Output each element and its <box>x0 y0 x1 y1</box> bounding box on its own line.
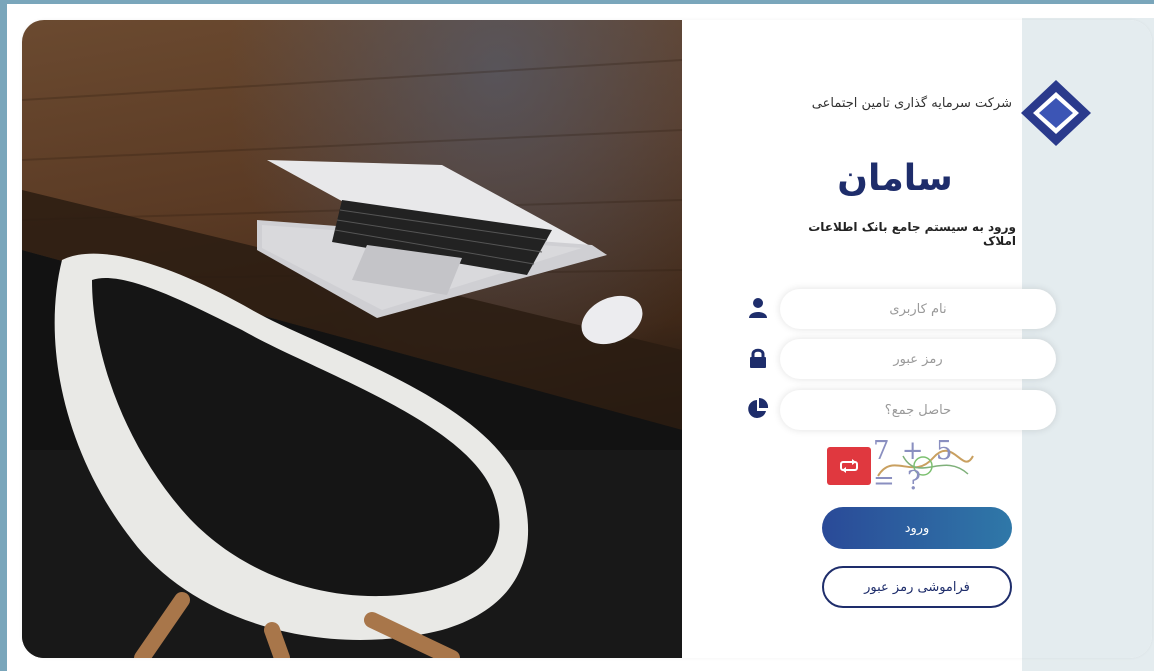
top-strip <box>7 4 1154 18</box>
desk-scene <box>22 59 682 658</box>
captcha-input[interactable] <box>796 401 1040 419</box>
user-icon <box>747 297 769 319</box>
password-field[interactable] <box>780 339 1056 379</box>
login-button[interactable]: ورود <box>822 507 1012 549</box>
hero-photo <box>22 20 682 658</box>
forgot-password-button[interactable]: فراموشی رمز عبور <box>822 566 1012 608</box>
password-input[interactable] <box>796 350 1040 368</box>
username-input[interactable] <box>796 300 1040 318</box>
username-field[interactable] <box>780 289 1056 329</box>
refresh-icon <box>840 459 858 473</box>
pie-chart-icon <box>747 398 769 420</box>
brand-title: سامان <box>837 158 953 199</box>
captcha-field[interactable] <box>780 390 1056 430</box>
lock-icon <box>747 347 769 369</box>
company-name: شرکت سرمایه گذاری تامین اجتماعی <box>811 96 1012 111</box>
captcha-expression: 7 + 5 = ? <box>873 436 955 496</box>
captcha-refresh-button[interactable] <box>827 447 871 485</box>
company-logo <box>1021 80 1091 146</box>
system-subtitle: ورود به سیستم جامع بانک اطلاعات املاک <box>808 220 1016 248</box>
